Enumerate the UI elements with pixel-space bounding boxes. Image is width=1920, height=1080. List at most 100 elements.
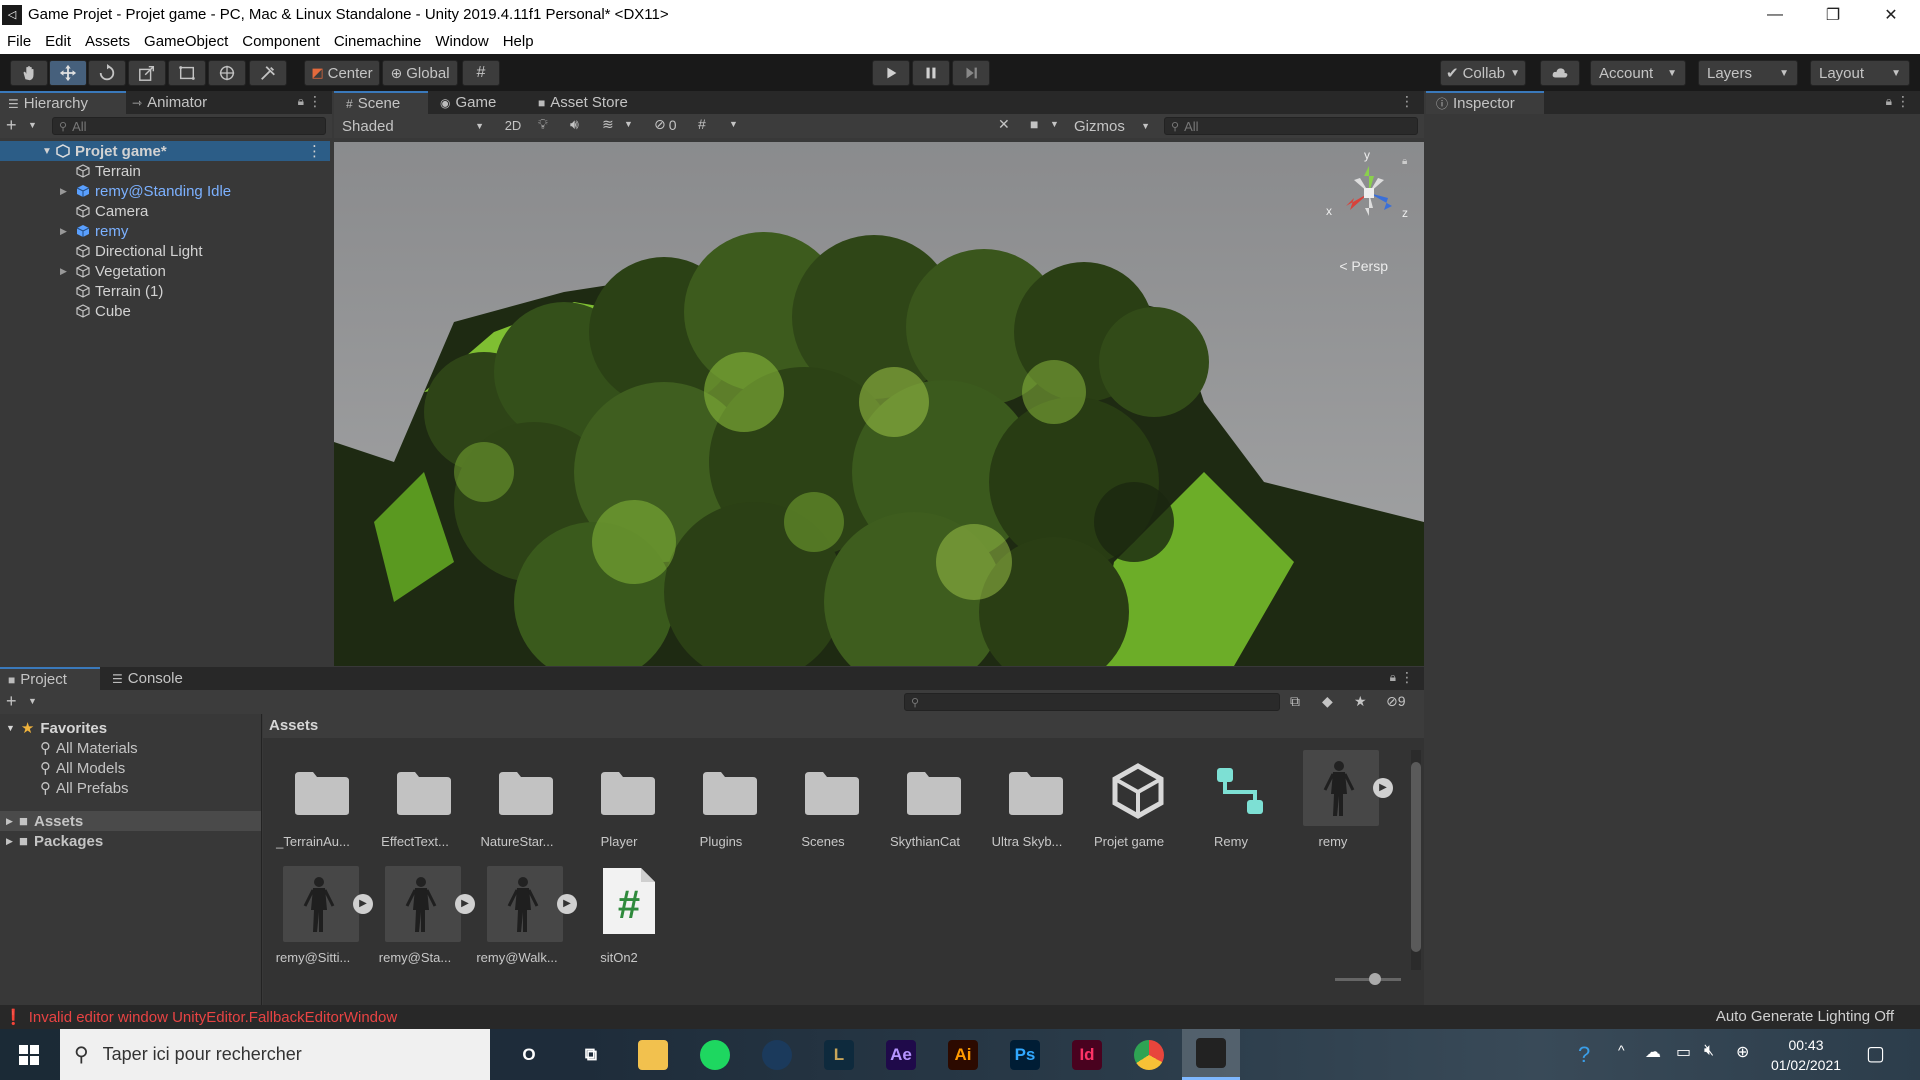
grid-visibility-icon[interactable]: # bbox=[698, 116, 706, 132]
chevron-right-icon[interactable]: ▶ bbox=[60, 186, 76, 197]
favorite-all-prefabs[interactable]: ⚲ All Prefabs bbox=[40, 779, 129, 797]
notifications-icon[interactable]: ▢ bbox=[1866, 1041, 1885, 1066]
tab-asset-store[interactable]: ■ Asset Store bbox=[538, 91, 658, 114]
asset-item[interactable]: Player bbox=[573, 750, 665, 854]
chevron-right-icon[interactable]: ▶ bbox=[60, 266, 76, 277]
asset-item[interactable]: Projet game bbox=[1083, 750, 1175, 854]
hierarchy-item[interactable]: ▶ remy@Standing Idle bbox=[0, 181, 330, 201]
taskbar-app-cortana[interactable]: O bbox=[500, 1029, 558, 1080]
collab-dropdown[interactable]: ✔ Collab ▼ bbox=[1440, 60, 1526, 86]
gizmos-dropdown[interactable]: Gizmos ▼ bbox=[1070, 116, 1154, 136]
favorites-row[interactable]: ▼ ★ Favorites bbox=[6, 719, 107, 738]
move-tool-button[interactable] bbox=[49, 60, 87, 86]
cloud-button[interactable] bbox=[1540, 60, 1580, 86]
toggle-2d-button[interactable]: 2D bbox=[498, 116, 528, 136]
asset-item[interactable]: ▶ remy@Sitti... bbox=[267, 866, 373, 970]
menu-window[interactable]: Window bbox=[428, 33, 495, 50]
tab-hierarchy[interactable]: ☰ Hierarchy bbox=[0, 91, 126, 114]
star-icon[interactable]: ★ bbox=[1354, 693, 1367, 710]
more-options-icon[interactable]: ⋮ bbox=[307, 142, 322, 160]
hierarchy-item[interactable]: ▶ remy bbox=[0, 221, 330, 241]
account-dropdown[interactable]: Account ▼ bbox=[1590, 60, 1686, 86]
taskbar-app-indesign[interactable]: Id bbox=[1058, 1029, 1116, 1080]
taskbar-app-after-effects[interactable]: Ae bbox=[872, 1029, 930, 1080]
custom-tool-button[interactable] bbox=[249, 60, 287, 86]
rect-tool-button[interactable] bbox=[168, 60, 206, 86]
chevron-down-icon[interactable]: ▼ bbox=[729, 119, 738, 129]
camera-icon[interactable]: ■ bbox=[1030, 116, 1038, 132]
step-button[interactable] bbox=[952, 60, 990, 86]
taskbar-app-task-view[interactable]: ⧉ bbox=[562, 1029, 620, 1080]
more-options-icon[interactable]: ⋮ bbox=[1400, 93, 1414, 110]
layers-dropdown[interactable]: Layers ▼ bbox=[1698, 60, 1798, 86]
rotate-tool-button[interactable] bbox=[88, 60, 126, 86]
taskbar-app-spotify[interactable] bbox=[686, 1029, 744, 1080]
asset-item[interactable]: ▶ remy bbox=[1287, 750, 1393, 854]
chevron-down-icon[interactable]: ▼ bbox=[28, 696, 37, 706]
taskbar-app-unity[interactable] bbox=[1182, 1029, 1240, 1080]
audio-icon[interactable]: 🔊︎ bbox=[570, 116, 579, 133]
asset-item[interactable]: Scenes bbox=[777, 750, 869, 854]
asset-item[interactable]: Remy bbox=[1185, 750, 1277, 854]
search-by-label-icon[interactable]: ◆ bbox=[1322, 693, 1333, 710]
help-icon[interactable]: ? bbox=[1578, 1042, 1590, 1068]
menu-component[interactable]: Component bbox=[235, 33, 327, 50]
tab-animator[interactable]: ⇾ Animator bbox=[130, 91, 240, 114]
more-options-icon[interactable]: ⋮ bbox=[1400, 669, 1414, 686]
taskbar-search-box[interactable]: ⚲ Taper ici pour rechercher bbox=[60, 1029, 490, 1080]
slider-handle[interactable] bbox=[1369, 973, 1381, 985]
chevron-right-icon[interactable]: ▶ bbox=[60, 226, 76, 237]
asset-item[interactable]: ▶ remy@Walk... bbox=[471, 866, 577, 970]
lighting-icon[interactable]: 💡︎ bbox=[538, 116, 548, 133]
asset-item[interactable]: ▶ remy@Sta... bbox=[369, 866, 475, 970]
grid-snap-button[interactable]: # bbox=[462, 60, 500, 86]
asset-item[interactable]: SkythianCat bbox=[879, 750, 971, 854]
chevron-down-icon[interactable]: ▼ bbox=[624, 119, 633, 129]
asset-item[interactable]: # sitOn2 bbox=[573, 866, 665, 970]
lock-icon[interactable]: 🔒︎ bbox=[1886, 94, 1892, 109]
menu-file[interactable]: File bbox=[0, 33, 38, 50]
hierarchy-search-input[interactable]: ⚲ All bbox=[52, 117, 326, 135]
hand-tool-button[interactable] bbox=[10, 60, 48, 86]
close-button[interactable]: ✕ bbox=[1862, 0, 1920, 29]
hierarchy-item[interactable]: Terrain (1) bbox=[0, 281, 330, 301]
tab-scene[interactable]: # Scene bbox=[334, 91, 428, 114]
tools-icon[interactable]: ✕ bbox=[998, 116, 1010, 133]
volume-muted-icon[interactable]: 🔇︎ bbox=[1704, 1042, 1714, 1060]
layout-dropdown[interactable]: Layout ▼ bbox=[1810, 60, 1910, 86]
tab-inspector[interactable]: ⓘ Inspector bbox=[1426, 91, 1544, 114]
scene-search-input[interactable]: ⚲ All bbox=[1164, 117, 1418, 135]
gizmo-lock-icon[interactable]: 🔒︎ bbox=[1402, 156, 1407, 167]
play-preview-icon[interactable]: ▶ bbox=[1373, 778, 1393, 798]
tab-project[interactable]: ■ Project bbox=[0, 667, 100, 690]
draw-mode-dropdown[interactable]: Shaded ▼ bbox=[338, 116, 488, 136]
menu-assets[interactable]: Assets bbox=[78, 33, 137, 50]
play-button[interactable] bbox=[872, 60, 910, 86]
start-button[interactable] bbox=[0, 1029, 58, 1080]
favorite-all-models[interactable]: ⚲ All Models bbox=[40, 759, 125, 777]
more-options-icon[interactable]: ⋮ bbox=[1896, 93, 1910, 110]
scene-viewport[interactable]: y x z 🔒︎ < Persp bbox=[334, 142, 1424, 666]
taskbar-app-photoshop[interactable]: Ps bbox=[996, 1029, 1054, 1080]
asset-item[interactable]: NatureStar... bbox=[471, 750, 563, 854]
icon-size-slider[interactable] bbox=[1335, 973, 1401, 985]
taskbar-app-steam[interactable] bbox=[748, 1029, 806, 1080]
asset-item[interactable]: _TerrainAu... bbox=[267, 750, 359, 854]
chevron-down-icon[interactable]: ▼ bbox=[28, 120, 37, 130]
project-search-input[interactable]: ⚲ bbox=[904, 693, 1280, 711]
menu-help[interactable]: Help bbox=[496, 33, 541, 50]
transform-tool-button[interactable] bbox=[208, 60, 246, 86]
lock-icon[interactable]: 🔒︎ bbox=[1390, 670, 1396, 685]
maximize-button[interactable]: ❐ bbox=[1804, 0, 1862, 29]
battery-icon[interactable]: ▭ bbox=[1676, 1042, 1691, 1062]
projection-toggle[interactable]: < Persp bbox=[1339, 258, 1388, 274]
favorite-all-materials[interactable]: ⚲ All Materials bbox=[40, 739, 138, 757]
create-plus-icon[interactable]: + bbox=[6, 115, 17, 136]
packages-root-row[interactable]: ▶ ■ Packages bbox=[0, 831, 261, 851]
hidden-packages-toggle[interactable]: ⊘ 9 bbox=[1386, 693, 1406, 710]
assets-root-row[interactable]: ▶ ■ Assets bbox=[0, 811, 261, 831]
asset-scrollbar[interactable] bbox=[1411, 750, 1421, 970]
menu-gameobject[interactable]: GameObject bbox=[137, 33, 235, 50]
hierarchy-item[interactable]: Cube bbox=[0, 301, 330, 321]
asset-item[interactable]: EffectText... bbox=[369, 750, 461, 854]
